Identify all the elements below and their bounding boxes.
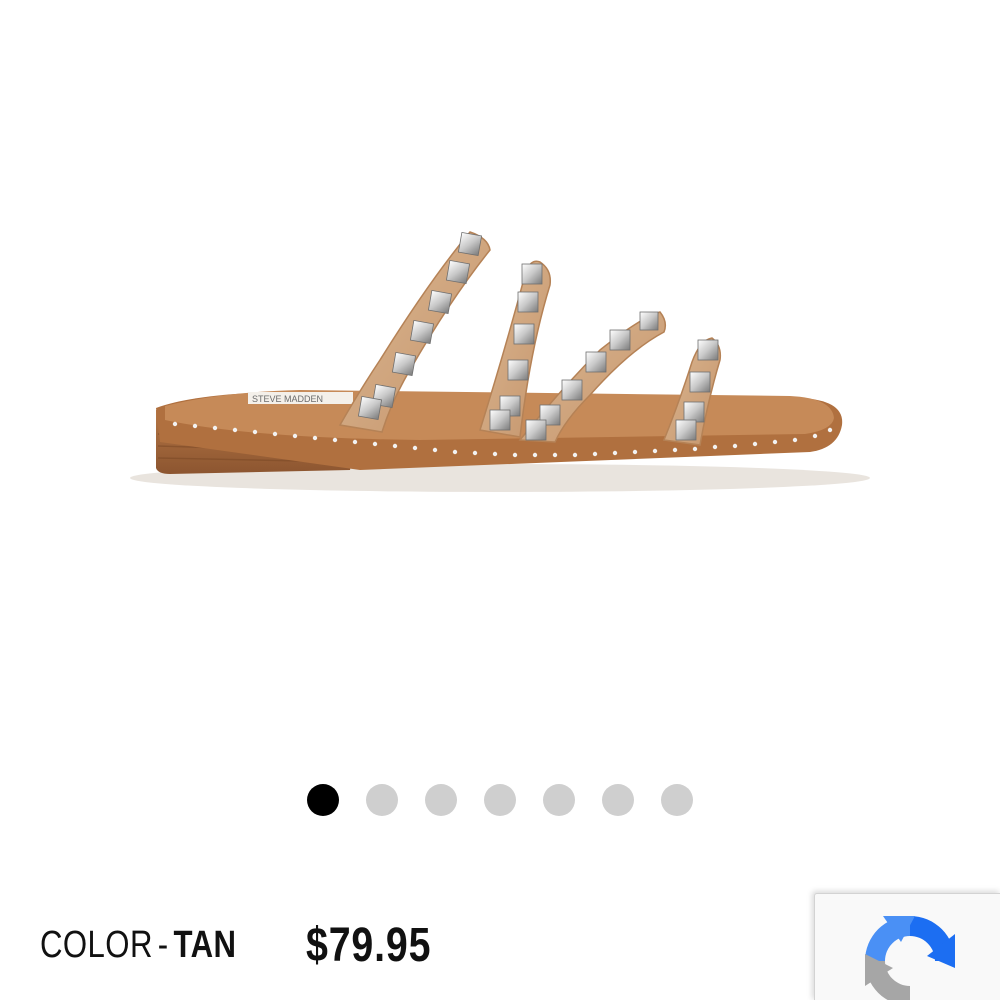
brand-label: STEVE MADDEN (252, 394, 323, 404)
carousel-dot[interactable] (661, 784, 693, 816)
recaptcha-icon (865, 916, 955, 1000)
carousel-dot[interactable] (425, 784, 457, 816)
recaptcha-badge[interactable] (814, 893, 1000, 1000)
color-value: TAN (173, 923, 237, 966)
sandal-illustration: STEVE MADDEN (130, 231, 870, 492)
color-separator: - (157, 923, 169, 966)
product-image[interactable]: STEVE MADDEN (0, 0, 1000, 760)
color-prefix: COLOR (40, 923, 153, 966)
carousel-dot[interactable] (602, 784, 634, 816)
product-page: STEVE MADDEN COLOR - TAN $79.95 (0, 0, 1000, 1000)
carousel-dots (0, 784, 1000, 816)
price: $79.95 (306, 918, 432, 972)
color-label: COLOR - TAN (40, 924, 250, 967)
carousel-dot[interactable] (484, 784, 516, 816)
carousel-dot[interactable] (307, 784, 339, 816)
carousel-dot[interactable] (543, 784, 575, 816)
product-info: COLOR - TAN $79.95 (40, 910, 459, 980)
carousel-dot[interactable] (366, 784, 398, 816)
